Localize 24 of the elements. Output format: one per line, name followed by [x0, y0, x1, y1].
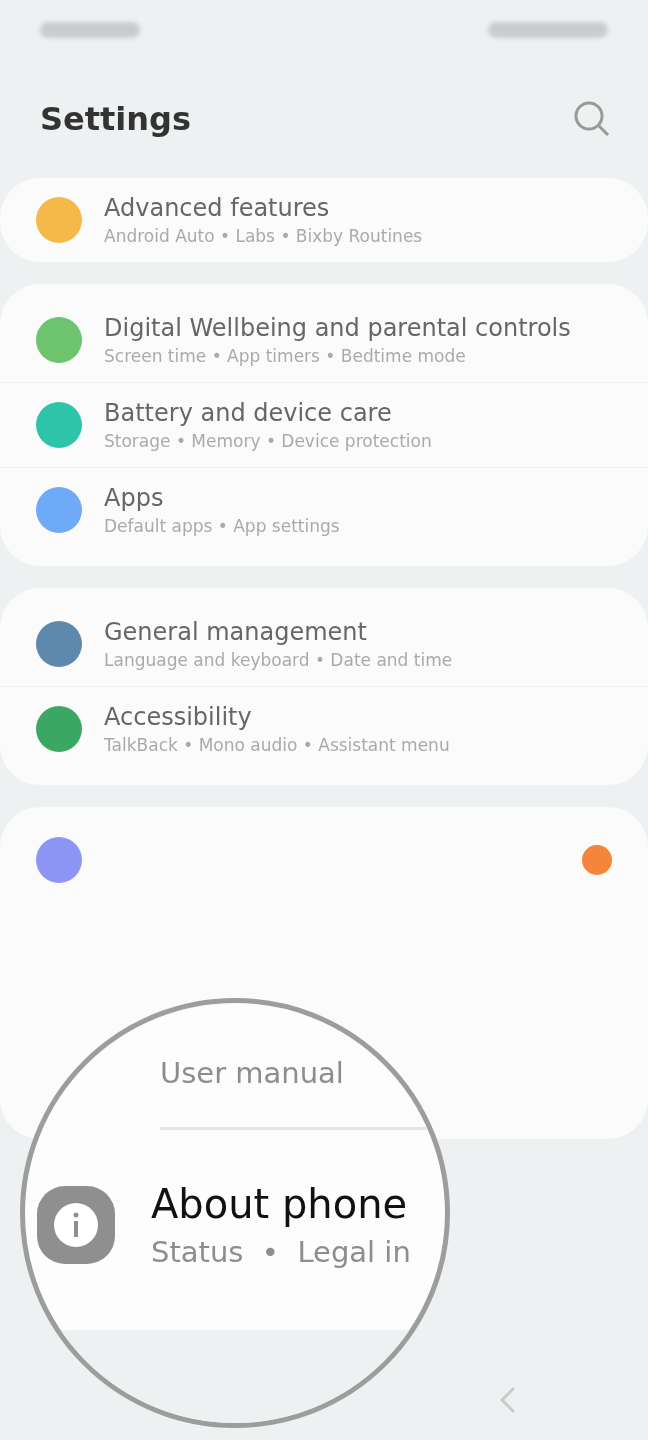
settings-row[interactable]: General management Language and keyboard • Date and time	[0, 602, 648, 687]
setting-subtitle: User manual	[160, 1058, 344, 1088]
settings-row[interactable]: Apps Default apps • App settings	[0, 468, 648, 552]
setting-subtitle: Screen time • App timers • Bedtime mode	[104, 346, 467, 366]
setting-subtitle: Language and keyboard • Date and time	[104, 650, 454, 670]
settings-row[interactable]: Digital Wellbeing and parental controls Screen time • App timers • Bedtime mode	[0, 298, 648, 383]
setting-title: Advanced features	[104, 194, 331, 222]
settings-row[interactable]: Accessibility TalkBack • Mono audio • Assistant menu	[0, 687, 648, 771]
search-icon[interactable]	[572, 99, 612, 139]
setting-subtitle: Android Auto • Labs • Bixby Routines	[104, 226, 424, 246]
back-icon[interactable]	[498, 1385, 518, 1415]
setting-subtitle: Storage • Memory • Device protection	[104, 431, 433, 451]
setting-subtitle: Status • Legal in	[151, 1237, 411, 1267]
settings-row[interactable]: Advanced features Android Auto • Labs • Bixby Routines	[0, 178, 648, 262]
page-title: Settings	[40, 100, 192, 138]
settings-row[interactable]: Battery and device care Storage • Memory • Device protection	[0, 383, 648, 468]
setting-title: Apps	[104, 484, 165, 512]
setting-title: Battery and device care	[104, 399, 393, 427]
info-icon	[37, 1186, 115, 1264]
setting-title: Digital Wellbeing and parental controls	[104, 314, 572, 342]
setting-subtitle: Default apps • App settings	[104, 516, 341, 536]
setting-subtitle: TalkBack • Mono audio • Assistant menu	[104, 735, 451, 755]
setting-title: Accessibility	[104, 703, 253, 731]
setting-title: General management	[104, 618, 368, 646]
